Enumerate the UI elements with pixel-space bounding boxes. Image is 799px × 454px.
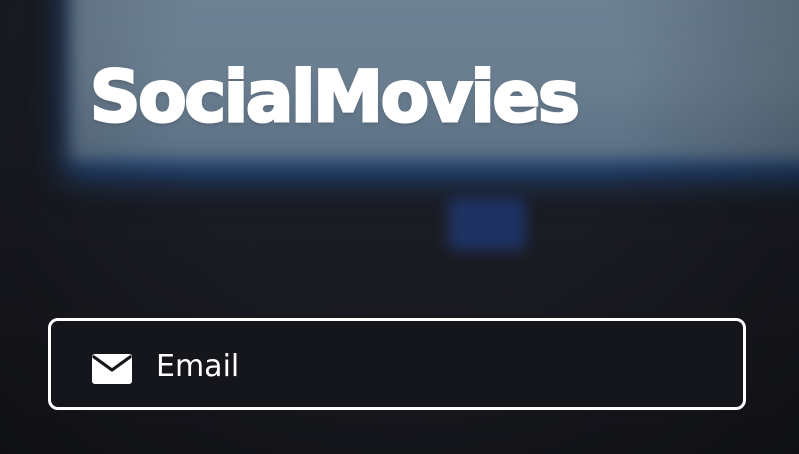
email-field[interactable]: Email (48, 318, 746, 410)
app-logo: SocialMovies (89, 56, 582, 138)
email-placeholder: Email (156, 349, 240, 384)
mail-icon (92, 354, 132, 384)
